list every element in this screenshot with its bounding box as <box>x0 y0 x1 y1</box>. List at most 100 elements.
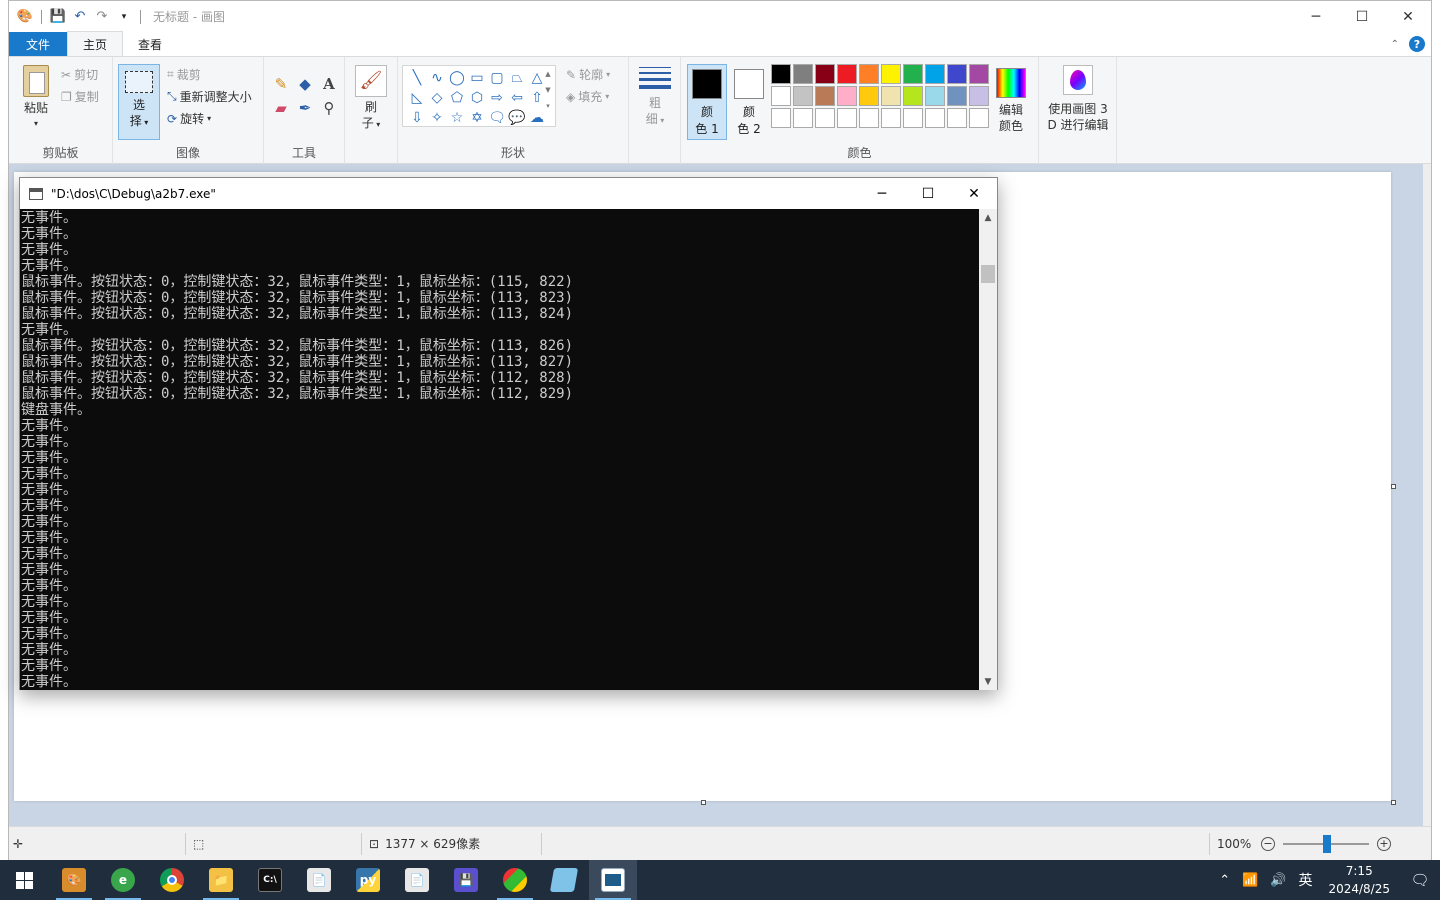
palette-swatch[interactable] <box>771 86 791 106</box>
brushes-button[interactable]: 🖌 刷 子 ▾ <box>353 65 389 133</box>
zoom-in-icon[interactable]: + <box>1377 836 1391 851</box>
rectangle-shape-icon[interactable]: ▭ <box>467 68 487 88</box>
palette-swatch[interactable] <box>881 86 901 106</box>
zoom-slider[interactable] <box>1283 834 1369 853</box>
eraser-icon[interactable]: ▰ <box>270 99 292 117</box>
undo-icon[interactable]: ↶ <box>72 9 88 25</box>
taskbar-chrome[interactable] <box>148 860 196 900</box>
help-icon[interactable]: ? <box>1409 36 1425 52</box>
taskbar-console-app[interactable] <box>589 860 637 900</box>
fill-bucket-icon[interactable]: ◆ <box>294 75 316 93</box>
resize-handle-bottom[interactable] <box>701 800 706 805</box>
palette-swatch[interactable] <box>793 86 813 106</box>
palette-swatch[interactable] <box>925 64 945 84</box>
right-arrow-shape-icon[interactable]: ⇨ <box>487 88 507 108</box>
palette-swatch[interactable] <box>969 108 989 128</box>
palette-swatch[interactable] <box>969 64 989 84</box>
palette-swatch[interactable] <box>881 108 901 128</box>
ime-indicator[interactable]: 英 <box>1292 870 1318 890</box>
console-scroll-up-icon[interactable]: ▲ <box>979 209 997 226</box>
palette-swatch[interactable] <box>969 86 989 106</box>
palette-swatch[interactable] <box>903 86 923 106</box>
palette-swatch[interactable] <box>793 108 813 128</box>
line-shape-icon[interactable]: ╲ <box>407 68 427 88</box>
palette-swatch[interactable] <box>793 64 813 84</box>
notification-center-icon[interactable]: 🗨 <box>1400 860 1440 900</box>
oval-shape-icon[interactable]: ◯ <box>447 68 467 88</box>
console-minimize-button[interactable]: ─ <box>859 178 905 209</box>
console-close-button[interactable]: ✕ <box>951 178 997 209</box>
taskbar-ie[interactable]: e <box>99 860 147 900</box>
palette-swatch[interactable] <box>771 64 791 84</box>
clock[interactable]: 7:15 2024/8/25 <box>1318 862 1400 898</box>
console-scroll-down-icon[interactable]: ▼ <box>979 673 997 690</box>
down-arrow-shape-icon[interactable]: ⇩ <box>407 108 427 128</box>
rotate-button[interactable]: ⟳ 旋转 ▾ <box>167 110 211 127</box>
show-hidden-icons-icon[interactable]: ⌃ <box>1213 873 1236 888</box>
curve-shape-icon[interactable]: ∿ <box>427 68 447 88</box>
rounded-rectangle-shape-icon[interactable]: ▢ <box>487 68 507 88</box>
taskbar-python[interactable]: py <box>344 860 392 900</box>
collapse-ribbon-icon[interactable]: ⌃ <box>1391 39 1399 50</box>
select-button[interactable]: 选 择 ▾ <box>118 64 160 140</box>
palette-swatch[interactable] <box>947 86 967 106</box>
outline-button[interactable]: ✎ 轮廓 ▾ <box>566 66 610 83</box>
volume-icon[interactable]: 🔊 <box>1264 873 1292 888</box>
taskbar-paint-app[interactable]: 🎨 <box>50 860 98 900</box>
paint-app-icon[interactable]: 🎨 <box>17 9 33 25</box>
hexagon-shape-icon[interactable]: ⬡ <box>467 88 487 108</box>
zoom-out-icon[interactable]: − <box>1261 836 1275 851</box>
palette-swatch[interactable] <box>859 108 879 128</box>
palette-swatch[interactable] <box>859 86 879 106</box>
maximize-button[interactable]: ☐ <box>1339 1 1385 32</box>
taskbar-file-explorer[interactable]: 📁 <box>197 860 245 900</box>
taskbar-notepad[interactable] <box>540 860 588 900</box>
zoom-slider-thumb[interactable] <box>1323 834 1331 853</box>
color1-button[interactable]: 颜 色 1 <box>687 64 727 140</box>
palette-swatch[interactable] <box>947 64 967 84</box>
resize-button[interactable]: ⤡ 重新调整大小 <box>167 88 252 105</box>
paint3d-button[interactable]: 使用画图 3 D 进行编辑 <box>1045 65 1111 133</box>
palette-swatch[interactable] <box>925 86 945 106</box>
customize-qat-icon[interactable]: ▾ <box>116 9 132 25</box>
canvas-vertical-scrollbar[interactable] <box>1423 164 1431 826</box>
pencil-icon[interactable]: ✎ <box>270 75 292 93</box>
fill-button[interactable]: ◈ 填充 ▾ <box>566 88 609 105</box>
palette-swatch[interactable] <box>771 108 791 128</box>
palette-swatch[interactable] <box>925 108 945 128</box>
taskbar-media-app[interactable] <box>491 860 539 900</box>
save-icon[interactable]: 💾 <box>50 9 66 25</box>
palette-swatch[interactable] <box>837 64 857 84</box>
diamond-shape-icon[interactable]: ◇ <box>427 88 447 108</box>
tab-file[interactable]: 文件 <box>9 32 68 56</box>
taskbar-cmd[interactable]: C:\ <box>246 860 294 900</box>
polygon-shape-icon[interactable]: ⏢ <box>507 68 527 88</box>
resize-handle-right[interactable] <box>1391 484 1396 489</box>
palette-swatch[interactable] <box>947 108 967 128</box>
console-scroll-thumb[interactable] <box>981 265 995 283</box>
close-button[interactable]: ✕ <box>1385 1 1431 32</box>
magnifier-icon[interactable]: ⚲ <box>318 99 340 117</box>
right-triangle-shape-icon[interactable]: ◺ <box>407 88 427 108</box>
six-point-star-shape-icon[interactable]: ✡ <box>467 108 487 128</box>
taskbar-document[interactable]: 📄 <box>295 860 343 900</box>
five-point-star-shape-icon[interactable]: ☆ <box>447 108 467 128</box>
console-output[interactable]: 无事件。 无事件。 无事件。 无事件。 鼠标事件。按钮状态：0，控制键状态：32，鼠标事… <box>20 209 980 690</box>
crop-button[interactable]: ⌗ 裁剪 <box>167 66 201 83</box>
taskbar-save-disk[interactable]: 💾 <box>442 860 490 900</box>
palette-swatch[interactable] <box>903 108 923 128</box>
palette-swatch[interactable] <box>815 86 835 106</box>
four-point-star-shape-icon[interactable]: ✧ <box>427 108 447 128</box>
palette-swatch[interactable] <box>837 86 857 106</box>
tab-view[interactable]: 查看 <box>123 32 177 56</box>
paste-button[interactable]: 粘贴 ▾ <box>21 65 51 132</box>
palette-swatch[interactable] <box>859 64 879 84</box>
rect-callout-shape-icon[interactable]: 🗨 <box>487 108 507 128</box>
oval-callout-shape-icon[interactable]: 💬 <box>507 108 527 128</box>
copy-button[interactable]: ❐ 复制 <box>61 88 99 105</box>
tab-home[interactable]: 主页 <box>67 31 124 56</box>
cut-button[interactable]: ✂ 剪切 <box>61 66 98 83</box>
palette-swatch[interactable] <box>881 64 901 84</box>
console-scrollbar[interactable]: ▲ ▼ <box>979 209 997 690</box>
resize-handle-corner[interactable] <box>1391 800 1396 805</box>
